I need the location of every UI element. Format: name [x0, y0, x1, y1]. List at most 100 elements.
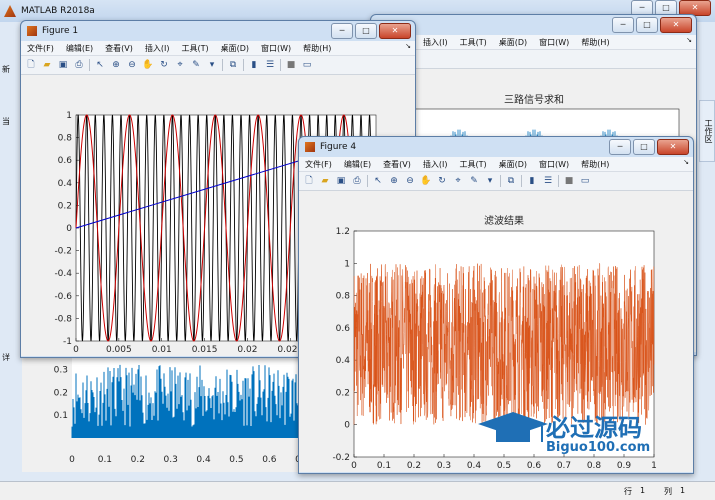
- bg-fig-close-button[interactable]: ✕: [660, 17, 692, 33]
- y-tick-label: -0.4: [54, 269, 72, 279]
- link-plot-icon[interactable]: ⧉: [505, 175, 517, 187]
- print-icon[interactable]: ⎙: [73, 59, 85, 71]
- menu-edit[interactable]: 编辑(E): [66, 43, 93, 54]
- menubar-dock-arrow-icon[interactable]: ↘: [405, 42, 411, 50]
- workspace-tab[interactable]: 工作区: [699, 100, 715, 162]
- menu-edit[interactable]: 编辑(E): [344, 159, 371, 170]
- status-col-value: 1: [680, 486, 686, 495]
- pan-hand-icon[interactable]: ✋: [420, 175, 432, 187]
- brush-icon[interactable]: ✎: [468, 175, 480, 187]
- bg-menu-tools[interactable]: 工具(T): [460, 37, 487, 48]
- hide-plot-tools-icon[interactable]: ■: [285, 59, 297, 71]
- menu-file[interactable]: 文件(F): [27, 43, 54, 54]
- status-row-value: 1: [640, 486, 646, 495]
- menubar-dock-arrow-icon[interactable]: ↘: [683, 158, 689, 166]
- menu-view[interactable]: 查看(V): [105, 43, 133, 54]
- menu-file[interactable]: 文件(F): [305, 159, 332, 170]
- x-tick-label: 0.015: [192, 345, 218, 355]
- zoom-out-icon[interactable]: ⊖: [404, 175, 416, 187]
- save-icon[interactable]: ▣: [335, 175, 347, 187]
- toolbar-separator: [243, 59, 244, 71]
- new-figure-icon[interactable]: 🗋: [25, 59, 37, 71]
- rotate-3d-icon[interactable]: ↻: [436, 175, 448, 187]
- open-file-icon[interactable]: ▰: [319, 175, 331, 187]
- bg-menu-window[interactable]: 窗口(W): [539, 37, 569, 48]
- y-tick-label: 1.2: [336, 227, 350, 237]
- bg-menu-desktop[interactable]: 桌面(D): [499, 37, 527, 48]
- link-plot-icon[interactable]: ⧉: [227, 59, 239, 71]
- new-figure-icon[interactable]: 🗋: [303, 175, 315, 187]
- x-tick-label: 0.3: [437, 461, 451, 471]
- figure4-maximize-button[interactable]: □: [633, 139, 655, 155]
- hide-plot-tools-icon[interactable]: ■: [563, 175, 575, 187]
- menu-insert[interactable]: 插入(I): [423, 159, 448, 170]
- bg-menu-insert[interactable]: 插入(I): [423, 37, 448, 48]
- bg-fig-minimize-button[interactable]: ─: [612, 17, 634, 33]
- print-icon[interactable]: ⎙: [351, 175, 363, 187]
- pan-hand-icon[interactable]: ✋: [142, 59, 154, 71]
- save-icon[interactable]: ▣: [57, 59, 69, 71]
- x-tick-label: 0: [69, 455, 75, 465]
- toolbar-separator: [521, 175, 522, 187]
- select-arrow-icon[interactable]: ↖: [372, 175, 384, 187]
- open-file-icon[interactable]: ▰: [41, 59, 53, 71]
- menu-window[interactable]: 窗口(W): [539, 159, 569, 170]
- bg-fig-controls: ─ □ ✕: [612, 17, 692, 33]
- y-tick-label: 0: [344, 421, 350, 431]
- menu-help[interactable]: 帮助(H): [581, 159, 609, 170]
- menu-window[interactable]: 窗口(W): [261, 43, 291, 54]
- figure4-minimize-button[interactable]: ─: [609, 139, 631, 155]
- background-bottom-plot: 0.10.20.300.10.20.30.40.50.60.7: [22, 354, 322, 472]
- y-tick-label: 0.4: [336, 356, 351, 366]
- menu-tools[interactable]: 工具(T): [459, 159, 486, 170]
- menubar-dock-arrow-icon[interactable]: ↘: [686, 36, 692, 44]
- show-plot-tools-icon[interactable]: ▭: [301, 59, 313, 71]
- y-tick-label: 0.6: [336, 324, 351, 334]
- figure1-minimize-button[interactable]: ─: [331, 23, 353, 39]
- x-tick-label: 0.9: [617, 461, 632, 471]
- y-tick-label: 0.2: [54, 388, 68, 398]
- data-cursor-icon[interactable]: ⌖: [174, 59, 186, 71]
- figure4-menubar: 文件(F) 编辑(E) 查看(V) 插入(I) 工具(T) 桌面(D) 窗口(W…: [299, 157, 693, 172]
- menu-view[interactable]: 查看(V): [383, 159, 411, 170]
- x-tick-label: 0.1: [98, 455, 112, 465]
- brush-dropdown-icon[interactable]: ▾: [206, 59, 218, 71]
- colorbar-icon[interactable]: ▮: [248, 59, 260, 71]
- menu-desktop[interactable]: 桌面(D): [499, 159, 527, 170]
- zoom-out-icon[interactable]: ⊖: [126, 59, 138, 71]
- brush-icon[interactable]: ✎: [190, 59, 202, 71]
- zoom-in-icon[interactable]: ⊕: [388, 175, 400, 187]
- watermark-en-text: Biguo100.com: [546, 440, 651, 455]
- data-cursor-icon[interactable]: ⌖: [452, 175, 464, 187]
- menu-help[interactable]: 帮助(H): [303, 43, 331, 54]
- x-tick-label: 0: [351, 461, 357, 471]
- menu-insert[interactable]: 插入(I): [145, 43, 170, 54]
- y-tick-label: 0.8: [58, 134, 73, 144]
- x-tick-label: 0.5: [229, 455, 243, 465]
- graduation-cap-icon: [478, 412, 548, 446]
- legend-icon[interactable]: ☰: [264, 59, 276, 71]
- x-tick-label: 0.4: [467, 461, 482, 471]
- watermark: 必过源码 Biguo100.com: [478, 408, 678, 460]
- y-tick-label: -0.6: [54, 292, 72, 302]
- figure4-controls: ─ □ ✕: [609, 139, 689, 155]
- zoom-in-icon[interactable]: ⊕: [110, 59, 122, 71]
- menu-tools[interactable]: 工具(T): [181, 43, 208, 54]
- rotate-3d-icon[interactable]: ↻: [158, 59, 170, 71]
- figure1-maximize-button[interactable]: □: [355, 23, 377, 39]
- figure1-title: Figure 1: [42, 26, 79, 36]
- y-tick-label: 1: [66, 111, 72, 121]
- figure4-title: Figure 4: [320, 142, 357, 152]
- figure4-close-button[interactable]: ✕: [657, 139, 689, 155]
- select-arrow-icon[interactable]: ↖: [94, 59, 106, 71]
- legend-icon[interactable]: ☰: [542, 175, 554, 187]
- menu-desktop[interactable]: 桌面(D): [221, 43, 249, 54]
- matlab-logo-icon: [4, 5, 16, 17]
- bg-fig-maximize-button[interactable]: □: [636, 17, 658, 33]
- bg-menu-help[interactable]: 帮助(H): [581, 37, 609, 48]
- show-plot-tools-icon[interactable]: ▭: [579, 175, 591, 187]
- colorbar-icon[interactable]: ▮: [526, 175, 538, 187]
- figure1-close-button[interactable]: ✕: [379, 23, 411, 39]
- y-tick-label: -0.2: [54, 247, 72, 257]
- brush-dropdown-icon[interactable]: ▾: [484, 175, 496, 187]
